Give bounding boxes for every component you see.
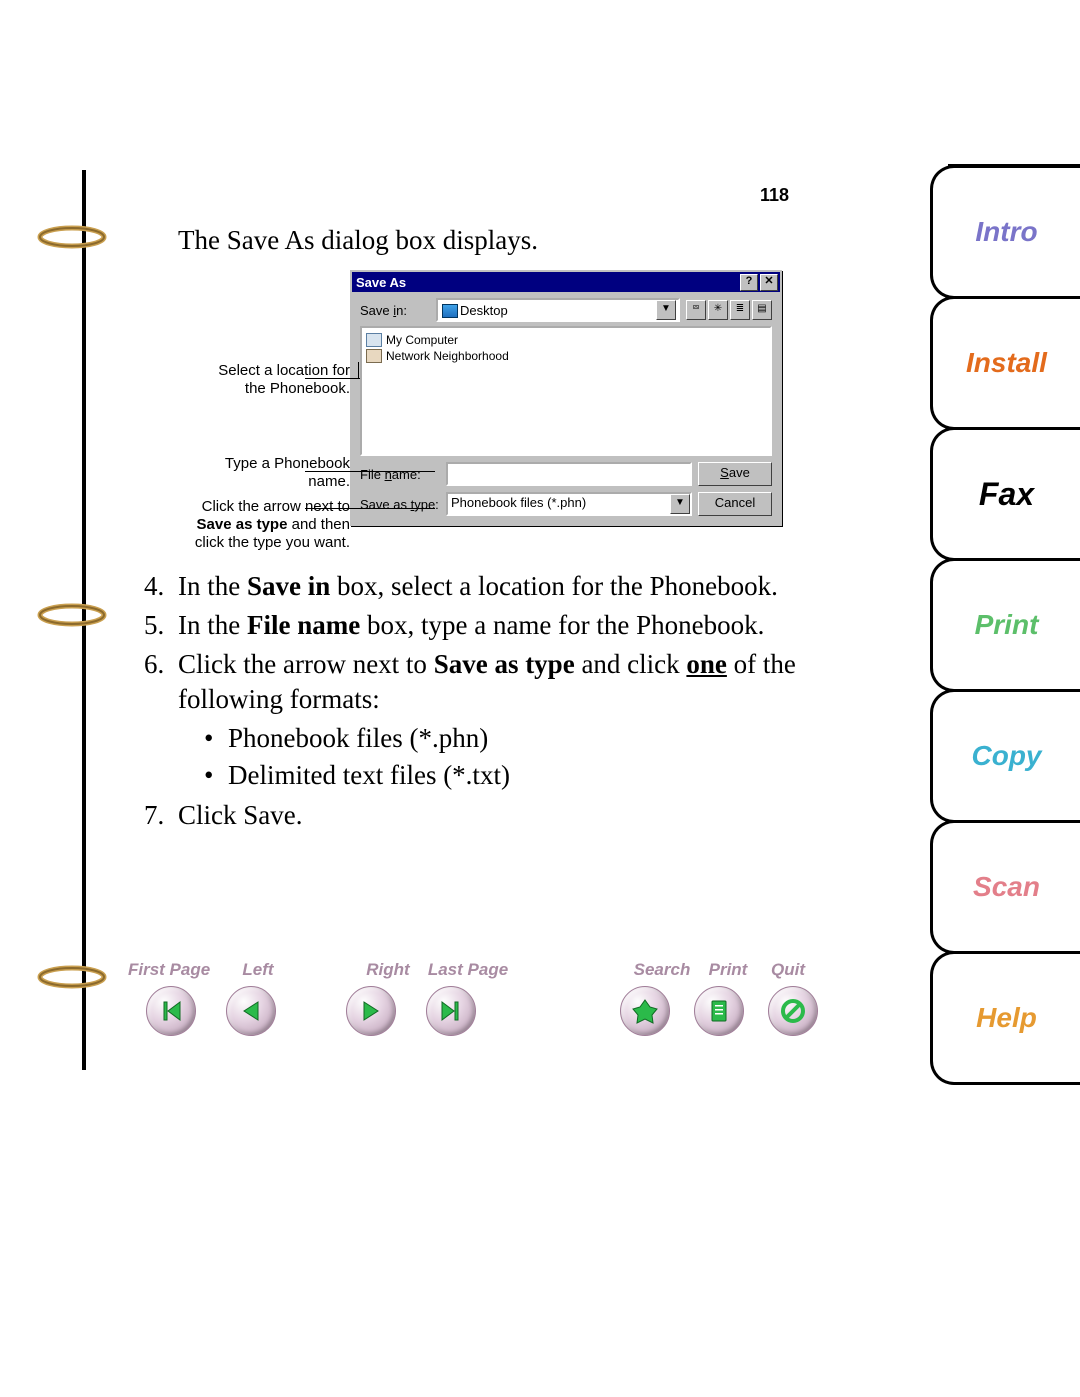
nav-label-print: Print [698, 960, 758, 980]
print-button[interactable] [694, 986, 744, 1036]
save-as-type-value: Phonebook files (*.phn) [448, 494, 670, 514]
file-name-label: File name: [360, 467, 440, 482]
help-button[interactable]: ? [740, 274, 758, 291]
prev-page-button[interactable] [226, 986, 276, 1036]
save-as-type-dropdown[interactable]: Phonebook files (*.phn) ▼ [446, 492, 692, 516]
callout-select-location: Select a location forthe Phonebook. [150, 362, 350, 398]
nav-label-first: First Page [128, 960, 228, 980]
nav-label-left: Left [228, 960, 288, 980]
list-view-icon[interactable]: ≣ [730, 300, 750, 320]
save-as-dialog: Save As ? ✕ Save in: Desktop ▼ ⮹ ✳ [350, 270, 782, 526]
sidebar-tabs: Intro Install Fax Print Copy Scan Help [930, 165, 1080, 1085]
step-5: 5. In the File name box, type a name for… [144, 608, 810, 643]
new-folder-icon[interactable]: ✳ [708, 300, 728, 320]
save-in-value: Desktop [440, 303, 656, 318]
details-view-icon[interactable]: ▤ [752, 300, 772, 320]
page-number: 118 [760, 185, 789, 206]
callout-line [358, 362, 359, 378]
list-item[interactable]: My Computer [366, 332, 766, 348]
step-6: 6. Click the arrow next to Save as type … [144, 647, 810, 717]
chevron-down-icon[interactable]: ▼ [670, 494, 690, 514]
tab-copy[interactable]: Copy [930, 689, 1080, 823]
tab-help[interactable]: Help [930, 951, 1080, 1085]
bottom-nav: First Page Left Right Last Page Search P… [128, 960, 818, 1036]
computer-icon [366, 333, 382, 347]
dialog-titlebar: Save As ? ✕ [352, 272, 780, 292]
tab-intro[interactable]: Intro [930, 165, 1080, 299]
callout-line [305, 508, 435, 509]
step-6-bullet-2: •Delimited text files (*.txt) [204, 758, 810, 793]
step-4: 4. In the Save in box, select a location… [144, 569, 810, 604]
cancel-button[interactable]: Cancel [698, 492, 772, 516]
callout-line [305, 378, 360, 379]
binder-ring-icon [36, 596, 108, 634]
quit-button[interactable] [768, 986, 818, 1036]
callout-save-as-type: Click the arrow next to Save as type and… [150, 498, 350, 552]
file-list[interactable]: My Computer Network Neighborhood [360, 326, 772, 456]
step-7: 7. Click Save. [144, 798, 810, 833]
step-6-bullet-1: •Phonebook files (*.phn) [204, 721, 810, 756]
save-button[interactable]: Save [698, 462, 772, 486]
manual-page: 118 The Save As dialog box displays. Sav… [0, 0, 1080, 1397]
nav-label-quit: Quit [758, 960, 818, 980]
tab-print[interactable]: Print [930, 558, 1080, 692]
nav-label-last: Last Page [418, 960, 518, 980]
callout-type-name: Type a Phonebookname. [150, 455, 350, 491]
intro-text: The Save As dialog box displays. [178, 225, 820, 256]
search-button[interactable] [620, 986, 670, 1036]
save-in-dropdown[interactable]: Desktop ▼ [436, 298, 680, 322]
save-in-label: Save in: [360, 303, 430, 318]
callout-line [305, 471, 435, 472]
file-name-input[interactable] [446, 462, 692, 486]
instruction-list: 4. In the Save in box, select a location… [130, 565, 810, 837]
body-content: The Save As dialog box displays. [130, 215, 820, 274]
next-page-button[interactable] [346, 986, 396, 1036]
toolbar-buttons: ⮹ ✳ ≣ ▤ [686, 300, 772, 320]
first-page-button[interactable] [146, 986, 196, 1036]
tab-install[interactable]: Install [930, 296, 1080, 430]
nav-label-search: Search [626, 960, 698, 980]
binder-ring-icon [36, 958, 108, 996]
tab-fax[interactable]: Fax [930, 427, 1080, 561]
up-folder-icon[interactable]: ⮹ [686, 300, 706, 320]
tab-scan[interactable]: Scan [930, 820, 1080, 954]
nav-label-right: Right [358, 960, 418, 980]
save-as-type-label: Save as type: [360, 497, 440, 512]
binder-ring-icon [36, 218, 108, 256]
close-button[interactable]: ✕ [760, 274, 778, 291]
dialog-title: Save As [356, 275, 406, 290]
last-page-button[interactable] [426, 986, 476, 1036]
list-item[interactable]: Network Neighborhood [366, 348, 766, 364]
network-icon [366, 349, 382, 363]
binder-divider [82, 170, 86, 1070]
chevron-down-icon[interactable]: ▼ [656, 300, 676, 320]
